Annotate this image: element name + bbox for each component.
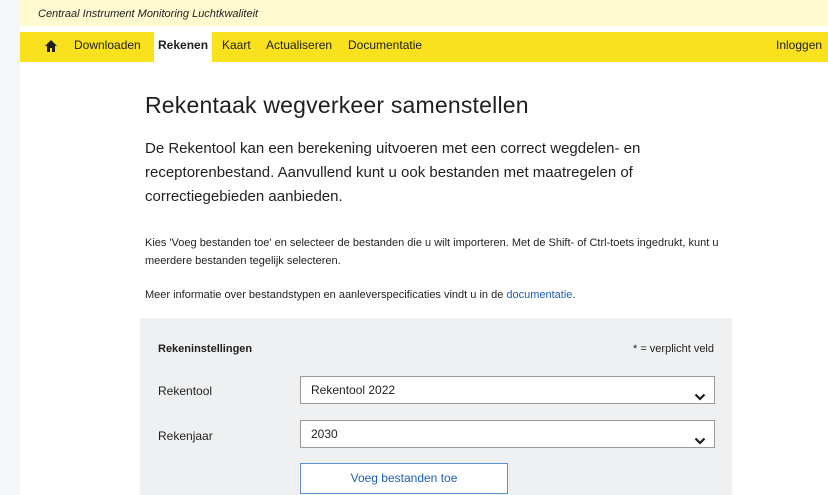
login-link[interactable]: Inloggen: [772, 32, 826, 62]
intro-text: De Rekentool kan een berekening uitvoere…: [145, 140, 641, 205]
page-title: Rekentaak wegverkeer samenstellen: [145, 92, 529, 118]
documentatie-link[interactable]: documentatie: [506, 289, 572, 301]
info-text-prefix: Meer informatie over bestandstypen en aa…: [145, 289, 507, 301]
add-files-button[interactable]: Voeg bestanden toe: [300, 463, 508, 494]
instruction-text: Kies 'Voeg bestanden toe' en selecteer d…: [145, 237, 719, 267]
rekenjaar-label: Rekenjaar: [158, 429, 213, 443]
rekenjaar-select[interactable]: 2030: [300, 420, 715, 448]
chevron-down-icon: [694, 429, 706, 445]
info-text-suffix: .: [572, 289, 576, 301]
rekentool-select[interactable]: Rekentool 2022: [300, 376, 715, 404]
panel-title: Rekeninstellingen: [158, 343, 253, 355]
required-field-note: * = verplicht veld: [632, 343, 714, 355]
site-header: Centraal Instrument Monitoring Luchtkwal…: [20, 0, 828, 26]
nav-item-downloaden[interactable]: Downloaden: [70, 32, 145, 62]
nav-item-actualiseren[interactable]: Actualiseren: [262, 32, 336, 62]
nav-item-kaart[interactable]: Kaart: [218, 32, 255, 62]
home-icon[interactable]: [44, 39, 58, 53]
nav-item-documentatie[interactable]: Documentatie: [344, 32, 426, 62]
site-title: Centraal Instrument Monitoring Luchtkwal…: [38, 8, 259, 20]
rekenjaar-value: 2030: [311, 427, 338, 441]
rekentool-value: Rekentool 2022: [311, 383, 396, 397]
chevron-down-icon: [694, 385, 706, 401]
nav-item-rekenen[interactable]: Rekenen: [154, 32, 213, 62]
settings-panel: Rekeninstellingen * = verplicht veld Rek…: [140, 318, 732, 495]
rekentool-label: Rekentool: [158, 384, 213, 398]
main-navigation: Downloaden Rekenen Kaart Actualiseren Do…: [20, 32, 828, 62]
info-text: Meer informatie over bestandstypen en aa…: [145, 286, 745, 304]
